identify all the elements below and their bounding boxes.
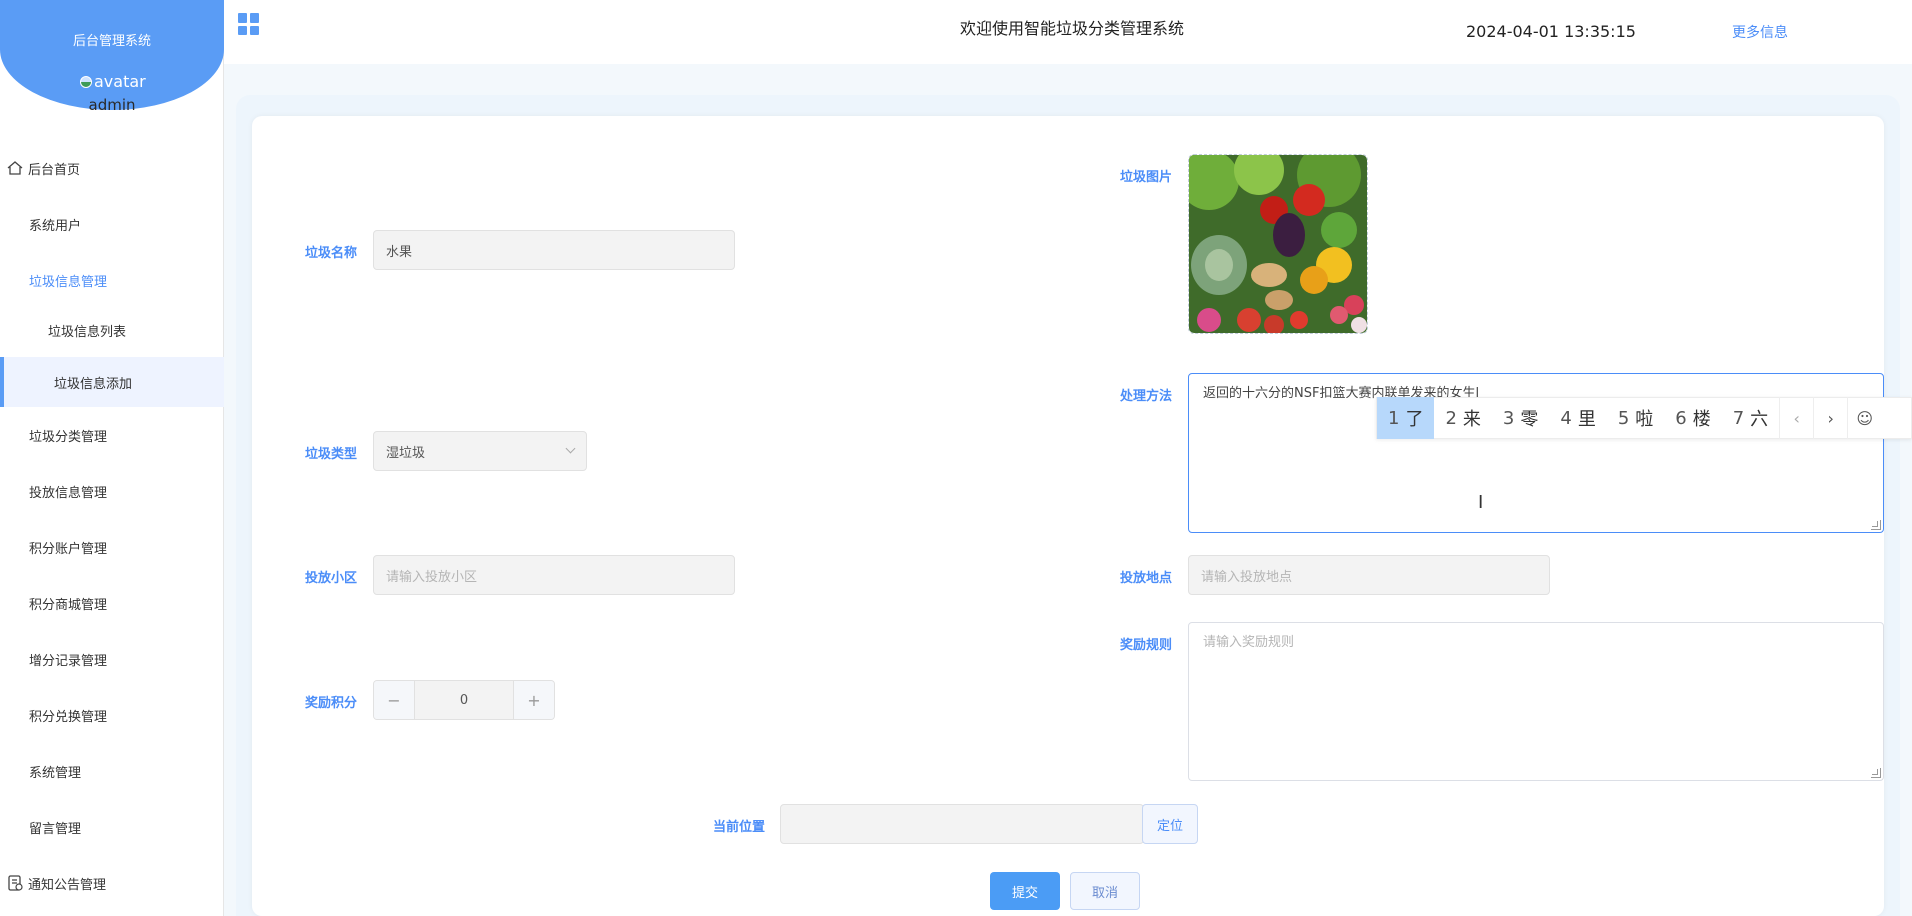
community-input[interactable]: 请输入投放小区 xyxy=(373,555,735,595)
text-cursor-icon: Ⅰ xyxy=(1478,492,1484,513)
ime-candidate-text: 啦 xyxy=(1635,409,1654,430)
sidebar-item-label: 垃圾信息添加 xyxy=(54,376,133,392)
sidebar-item-label: 通知公告管理 xyxy=(28,877,107,893)
resize-handle[interactable] xyxy=(1871,768,1881,778)
resize-handle[interactable] xyxy=(1871,520,1881,530)
reward-rule-textarea[interactable]: 请输入奖励规则 xyxy=(1188,622,1884,781)
points-minus-button[interactable]: − xyxy=(374,681,414,719)
menu-toggle-icon[interactable] xyxy=(238,13,260,35)
sidebar-item-system-users[interactable]: 系统用户 xyxy=(0,204,224,244)
points-value[interactable]: 0 xyxy=(414,681,514,719)
ime-candidate[interactable]: 4里 xyxy=(1549,397,1606,439)
name-input[interactable]: 水果 xyxy=(373,230,735,270)
position-label: 当前位置 xyxy=(713,820,766,835)
ime-candidate-number: 4 xyxy=(1560,407,1572,429)
name-label: 垃圾名称 xyxy=(305,246,358,261)
system-title: 后台管理系统 xyxy=(72,34,151,49)
submit-button[interactable]: 提交 xyxy=(990,872,1060,910)
ime-candidate-text: 了 xyxy=(1405,409,1424,430)
points-stepper: − 0 + xyxy=(373,680,555,720)
username: admin xyxy=(88,96,136,114)
sidebar: 后台管理系统 avatar admin 后台首页 系统用户 垃圾信息管理 垃圾信… xyxy=(0,0,224,916)
logo-area: 后台管理系统 avatar xyxy=(0,0,224,110)
chevron-down-icon xyxy=(565,443,576,454)
sidebar-item-points-exchange[interactable]: 积分兑换管理 xyxy=(0,695,224,735)
sidebar-item-label: 系统用户 xyxy=(29,218,82,234)
position-input[interactable] xyxy=(780,804,1144,844)
ime-candidate[interactable]: 1了 xyxy=(1377,397,1435,439)
method-label: 处理方法 xyxy=(1120,389,1173,404)
ime-candidate[interactable]: 6楼 xyxy=(1664,397,1721,439)
ime-prev-page-icon[interactable]: ‹ xyxy=(1779,397,1813,439)
sidebar-item-label: 增分记录管理 xyxy=(29,653,108,669)
points-label: 奖励积分 xyxy=(305,696,358,711)
sidebar-item-label: 留言管理 xyxy=(29,821,82,837)
vegetables-image xyxy=(1189,155,1367,333)
ime-candidate-text: 零 xyxy=(1520,409,1539,430)
ime-candidate[interactable]: 5啦 xyxy=(1607,397,1664,439)
ime-candidate-number: 5 xyxy=(1617,407,1630,429)
home-icon xyxy=(7,161,23,175)
location-label: 投放地点 xyxy=(1120,571,1173,586)
type-select[interactable]: 湿垃圾 xyxy=(373,431,587,471)
ime-candidate[interactable]: 2来 xyxy=(1434,397,1491,439)
sidebar-item-garbage-add[interactable]: 垃圾信息添加 xyxy=(0,357,224,407)
sidebar-item-label: 垃圾信息列表 xyxy=(48,324,127,340)
cancel-button[interactable]: 取消 xyxy=(1070,872,1140,910)
sidebar-item-disposal-info[interactable]: 投放信息管理 xyxy=(0,471,224,511)
sidebar-item-label: 积分账户管理 xyxy=(29,541,108,557)
ime-candidate-number: 3 xyxy=(1502,407,1515,429)
locate-button[interactable]: 定位 xyxy=(1142,804,1198,844)
sidebar-item-label: 垃圾信息管理 xyxy=(29,274,108,290)
garbage-image-upload[interactable] xyxy=(1188,154,1368,334)
sidebar-item-label: 投放信息管理 xyxy=(29,485,108,501)
community-label: 投放小区 xyxy=(305,571,358,586)
sidebar-item-home[interactable]: 后台首页 xyxy=(0,148,224,188)
sidebar-item-garbage-list[interactable]: 垃圾信息列表 xyxy=(0,310,224,350)
ime-candidate-text: 六 xyxy=(1750,409,1769,430)
sidebar-item-messages[interactable]: 留言管理 xyxy=(0,807,224,847)
ime-candidate[interactable]: 7六 xyxy=(1722,397,1779,439)
emoji-icon[interactable]: ☺ xyxy=(1847,397,1881,439)
ime-candidate-number: 2 xyxy=(1445,407,1457,429)
sidebar-item-notices[interactable]: 通知公告管理 xyxy=(0,863,224,903)
ime-candidate-number: 6 xyxy=(1675,407,1687,429)
sidebar-item-points-records[interactable]: 增分记录管理 xyxy=(0,639,224,679)
broken-image-icon xyxy=(80,75,92,88)
sidebar-item-label: 积分兑换管理 xyxy=(29,709,108,725)
type-label: 垃圾类型 xyxy=(305,447,358,462)
ime-next-page-icon[interactable]: › xyxy=(1813,397,1847,439)
points-plus-button[interactable]: + xyxy=(514,681,554,719)
ime-candidate-bar: 1了 2来 3零 4里 5啦 6楼 7六 ‹ › ☺ xyxy=(1376,397,1912,439)
sidebar-item-garbage-info[interactable]: 垃圾信息管理 xyxy=(0,260,224,300)
image-label: 垃圾图片 xyxy=(1120,170,1173,185)
ime-candidate-text: 楼 xyxy=(1692,409,1711,430)
ime-candidate-text: 里 xyxy=(1577,409,1596,430)
ime-candidate[interactable]: 3零 xyxy=(1492,397,1549,439)
sidebar-item-system-manage[interactable]: 系统管理 xyxy=(0,751,224,791)
ime-candidate-number: 1 xyxy=(1388,407,1400,429)
ime-candidate-text: 来 xyxy=(1462,409,1481,430)
more-info-link[interactable]: 更多信息 xyxy=(1732,22,1788,42)
reward-rule-placeholder: 请输入奖励规则 xyxy=(1203,635,1295,650)
type-select-value: 湿垃圾 xyxy=(386,445,426,461)
current-datetime: 2024-04-01 13:35:15 xyxy=(1466,22,1636,41)
reward-rule-label: 奖励规则 xyxy=(1120,638,1173,653)
welcome-title: 欢迎使用智能垃圾分类管理系统 xyxy=(960,19,1185,38)
sidebar-item-label: 垃圾分类管理 xyxy=(29,429,108,445)
sidebar-item-label: 后台首页 xyxy=(28,162,81,178)
sidebar-item-label: 积分商城管理 xyxy=(29,597,108,613)
avatar-alt-text: avatar xyxy=(94,72,146,91)
avatar: avatar xyxy=(80,72,146,91)
ime-candidate-number: 7 xyxy=(1732,407,1745,429)
sidebar-item-points-account[interactable]: 积分账户管理 xyxy=(0,527,224,567)
location-input[interactable]: 请输入投放地点 xyxy=(1188,555,1550,595)
sidebar-item-label: 系统管理 xyxy=(29,765,82,781)
notice-icon xyxy=(8,875,23,891)
sidebar-item-points-mall[interactable]: 积分商城管理 xyxy=(0,583,224,623)
sidebar-item-garbage-category[interactable]: 垃圾分类管理 xyxy=(0,415,224,455)
